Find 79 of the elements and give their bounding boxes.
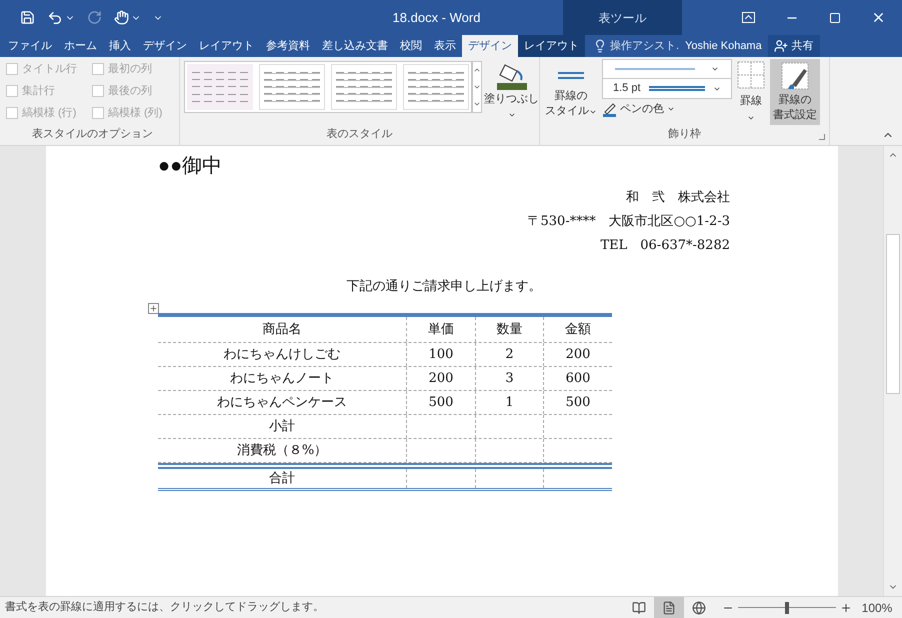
ribbon-tab[interactable]: 挿入	[103, 35, 137, 57]
column-header: 数量	[476, 317, 544, 342]
ribbon-tab[interactable]: デザイン	[462, 35, 518, 57]
scrollbar-thumb[interactable]	[886, 234, 900, 394]
ribbon-tab[interactable]: レイアウト	[193, 35, 260, 57]
paint-bucket-icon	[494, 61, 528, 91]
intro-text: 下記の通りご請求申し上げます。	[346, 278, 542, 296]
user-name[interactable]: Yoshie Kohama	[685, 35, 762, 57]
save-icon[interactable]	[20, 10, 35, 25]
sender-line: TEL 06-637*-8282	[600, 237, 730, 255]
table-style-thumbnail[interactable]	[259, 64, 325, 110]
ribbon-tab[interactable]: ホーム	[58, 35, 103, 57]
table-style-thumbnail[interactable]	[187, 64, 253, 110]
column-header: 単価	[407, 317, 476, 342]
table-cell-text: 200	[428, 370, 454, 388]
pen-color-button[interactable]: ペンの色	[602, 101, 675, 118]
table-cell-text: わにちゃんけしごむ	[224, 346, 340, 364]
table-cell-text: わにちゃんノート	[230, 370, 334, 388]
table-cell-text: 2	[505, 346, 514, 364]
border-painter-button[interactable]: 罫線の 書式設定	[770, 59, 820, 125]
person-add-icon	[774, 39, 788, 53]
status-message: 書式を表の罫線に適用するには、クリックしてドラッグします。	[4, 600, 325, 616]
group-label: 表スタイルのオプション	[32, 126, 153, 142]
table-cell-text: 600	[566, 370, 590, 388]
table-cell-text: 1	[505, 394, 514, 412]
table-cell-text: 500	[566, 394, 590, 412]
table-cell-text: わにちゃんペンケース	[217, 394, 347, 412]
table-move-handle[interactable]	[148, 303, 159, 314]
print-layout-icon	[662, 600, 676, 614]
ribbon-tab[interactable]: デザイン	[137, 35, 193, 57]
share-button[interactable]: 共有	[768, 35, 820, 57]
borders-grid-icon	[737, 61, 765, 89]
table-style-thumbnail[interactable]	[331, 64, 397, 110]
dialog-launcher-icon[interactable]	[819, 134, 825, 140]
addressee: ●●御中	[158, 154, 222, 179]
caret-icon	[711, 65, 719, 73]
table-cell-text: 合計	[269, 470, 295, 488]
view-mode-button[interactable]	[654, 597, 684, 618]
ribbon-tab[interactable]: ファイル	[2, 35, 58, 57]
border-painter-icon	[780, 61, 810, 91]
pen-weight-dropdown[interactable]: 1.5 pt	[602, 79, 732, 99]
read-mode-icon	[632, 600, 646, 614]
zoom-slider[interactable]	[738, 602, 836, 614]
zoom-in-icon[interactable]	[840, 602, 852, 614]
sender-line: 和 弐 株式会社	[626, 189, 730, 207]
column-header: 商品名	[158, 317, 407, 342]
ribbon-tab[interactable]: 参考資料	[260, 35, 316, 57]
group-label: 飾り枠	[668, 126, 701, 142]
lightbulb-icon	[593, 39, 607, 53]
maximize-icon[interactable]	[829, 12, 841, 24]
group-label: 表のスタイル	[326, 126, 392, 142]
ribbon-tab[interactable]: 差し込み文書	[316, 35, 394, 57]
double-line-icon	[558, 71, 584, 81]
shading-button[interactable]: 塗りつぶし	[484, 61, 539, 126]
close-icon[interactable]	[871, 10, 886, 25]
table-cell-text: 200	[566, 346, 590, 364]
borders-button[interactable]: 罫線	[736, 59, 766, 126]
contextual-tab-group: 表ツール	[563, 0, 682, 35]
web-layout-icon	[692, 600, 706, 614]
table-cell-text: 500	[428, 394, 454, 412]
table-style-thumbnail[interactable]	[403, 64, 469, 110]
table-cell-text: 100	[428, 346, 454, 364]
window-title: 18.docx - Word	[392, 8, 480, 27]
redo-icon[interactable]	[87, 10, 102, 25]
pen-icon	[602, 102, 617, 117]
ribbon-tab[interactable]: レイアウト	[518, 35, 585, 57]
undo-icon[interactable]	[47, 10, 63, 26]
border-styles-button[interactable]: 罫線の スタイル	[544, 59, 598, 126]
sender-line: 〒530-**** 大阪市北区○○1-2-3	[528, 213, 730, 231]
table-cell-text: 3	[505, 370, 514, 388]
tell-me-field[interactable]: 操作アシスト.	[610, 38, 680, 54]
ribbon-display-options-icon[interactable]	[742, 12, 755, 23]
ribbon-tab[interactable]: 校閲	[394, 35, 428, 57]
table-cell-text: 小計	[269, 418, 295, 436]
ribbon-tab[interactable]: 表示	[428, 35, 462, 57]
table-cell-text: 消費税（８%）	[236, 442, 328, 460]
column-header: 金額	[564, 320, 592, 339]
zoom-percent[interactable]: 100%	[852, 598, 902, 616]
touch-mode-icon[interactable]	[114, 10, 129, 25]
